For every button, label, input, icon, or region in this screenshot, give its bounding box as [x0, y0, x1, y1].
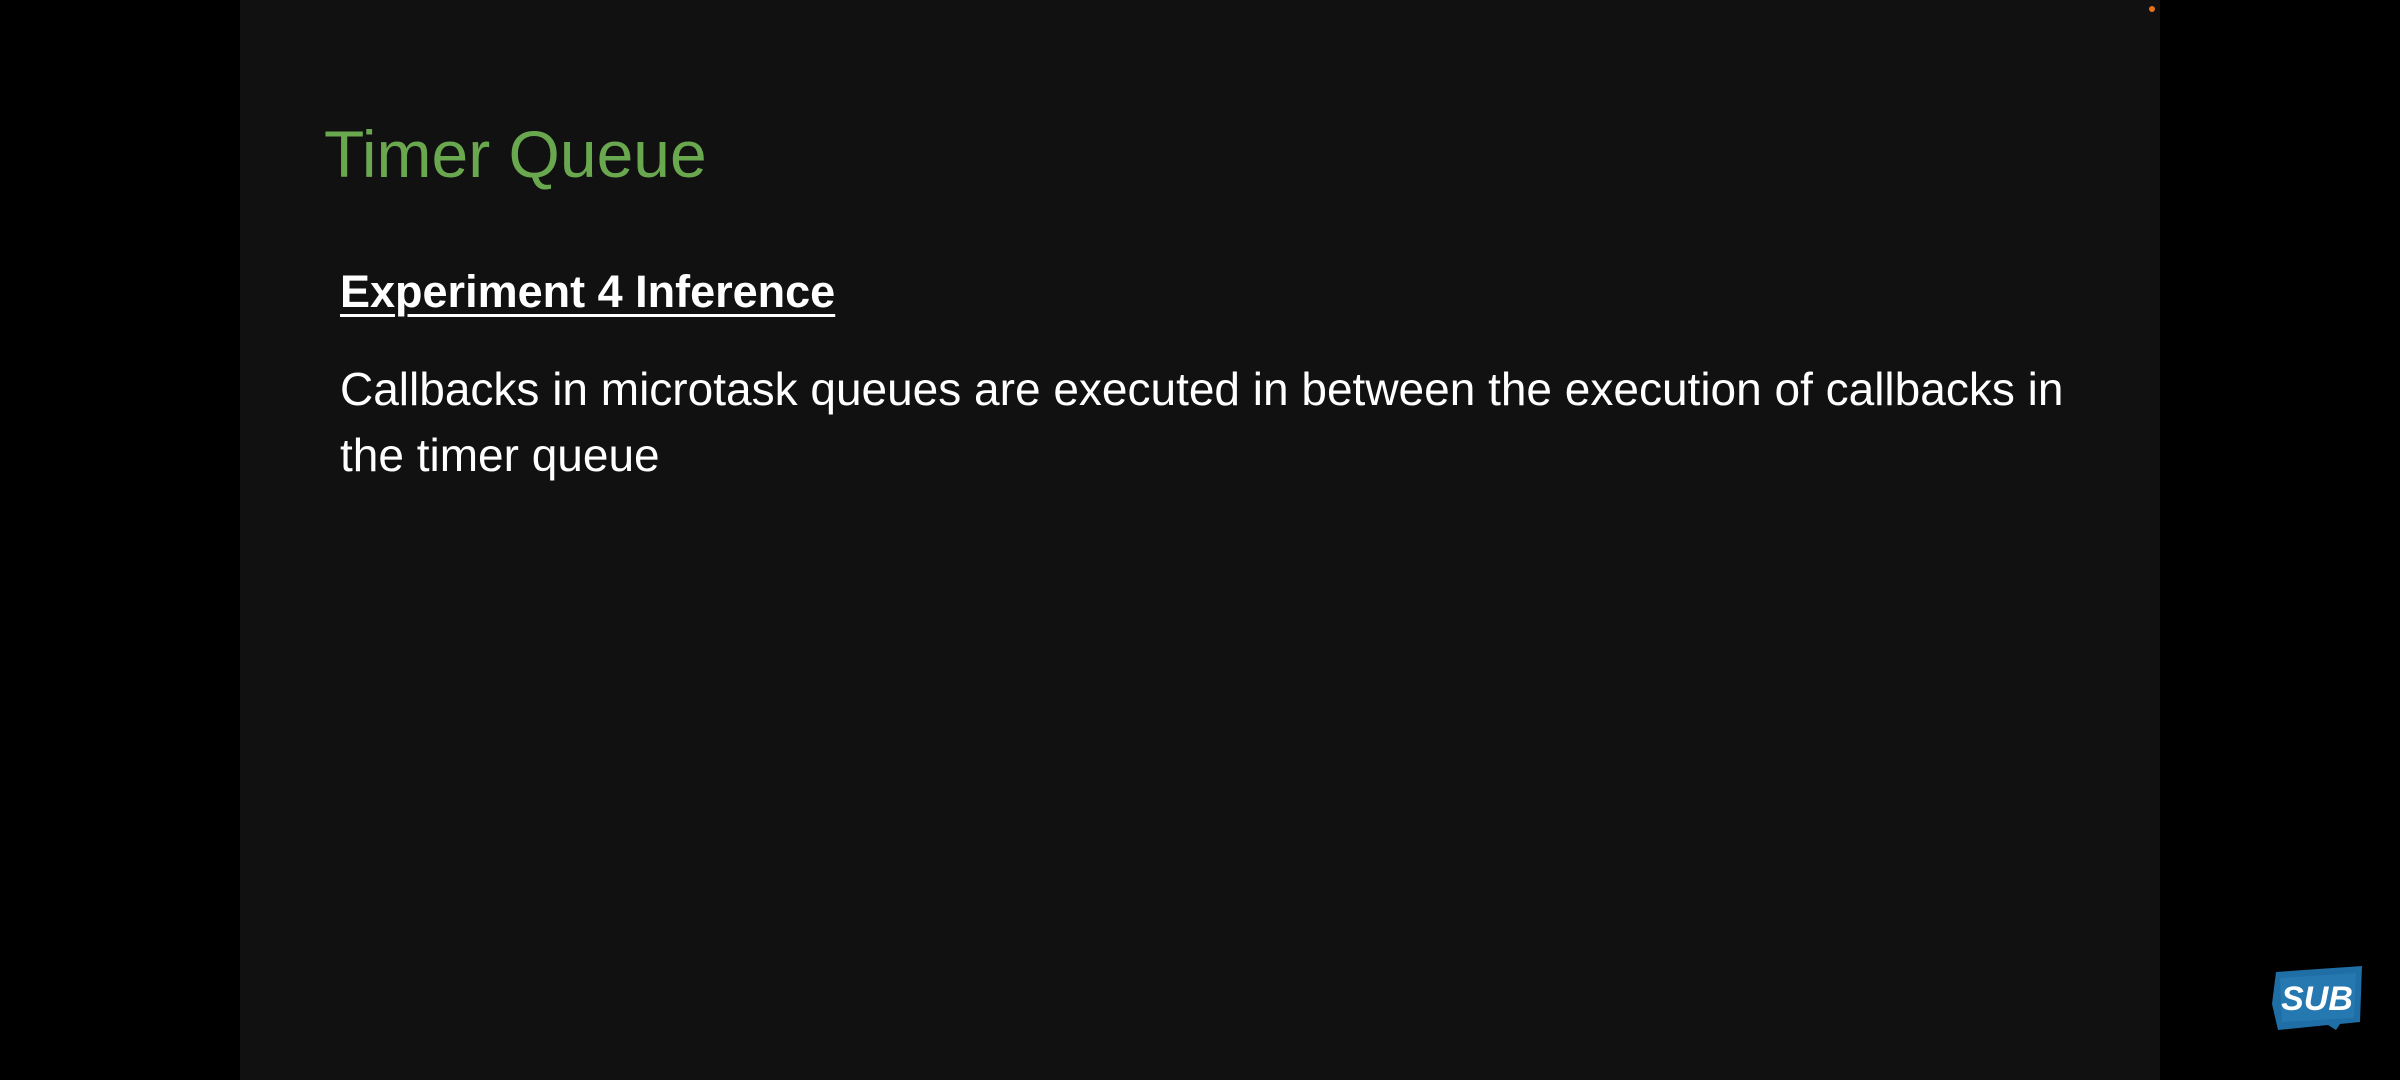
- presentation-slide: Timer Queue Experiment 4 Inference Callb…: [240, 0, 2160, 1080]
- recording-indicator-dot: [2149, 6, 2155, 12]
- sub-badge-label: SUB: [2281, 980, 2353, 1018]
- video-viewport[interactable]: Timer Queue Experiment 4 Inference Callb…: [0, 0, 2400, 1080]
- slide-body-text: Callbacks in microtask queues are execut…: [340, 363, 2064, 481]
- subscribe-badge[interactable]: SUB: [2270, 964, 2366, 1038]
- sub-badge-icon: SUB: [2272, 966, 2362, 1030]
- slide-title: Timer Queue: [324, 117, 707, 191]
- slide-subtitle: Experiment 4 Inference: [340, 266, 836, 317]
